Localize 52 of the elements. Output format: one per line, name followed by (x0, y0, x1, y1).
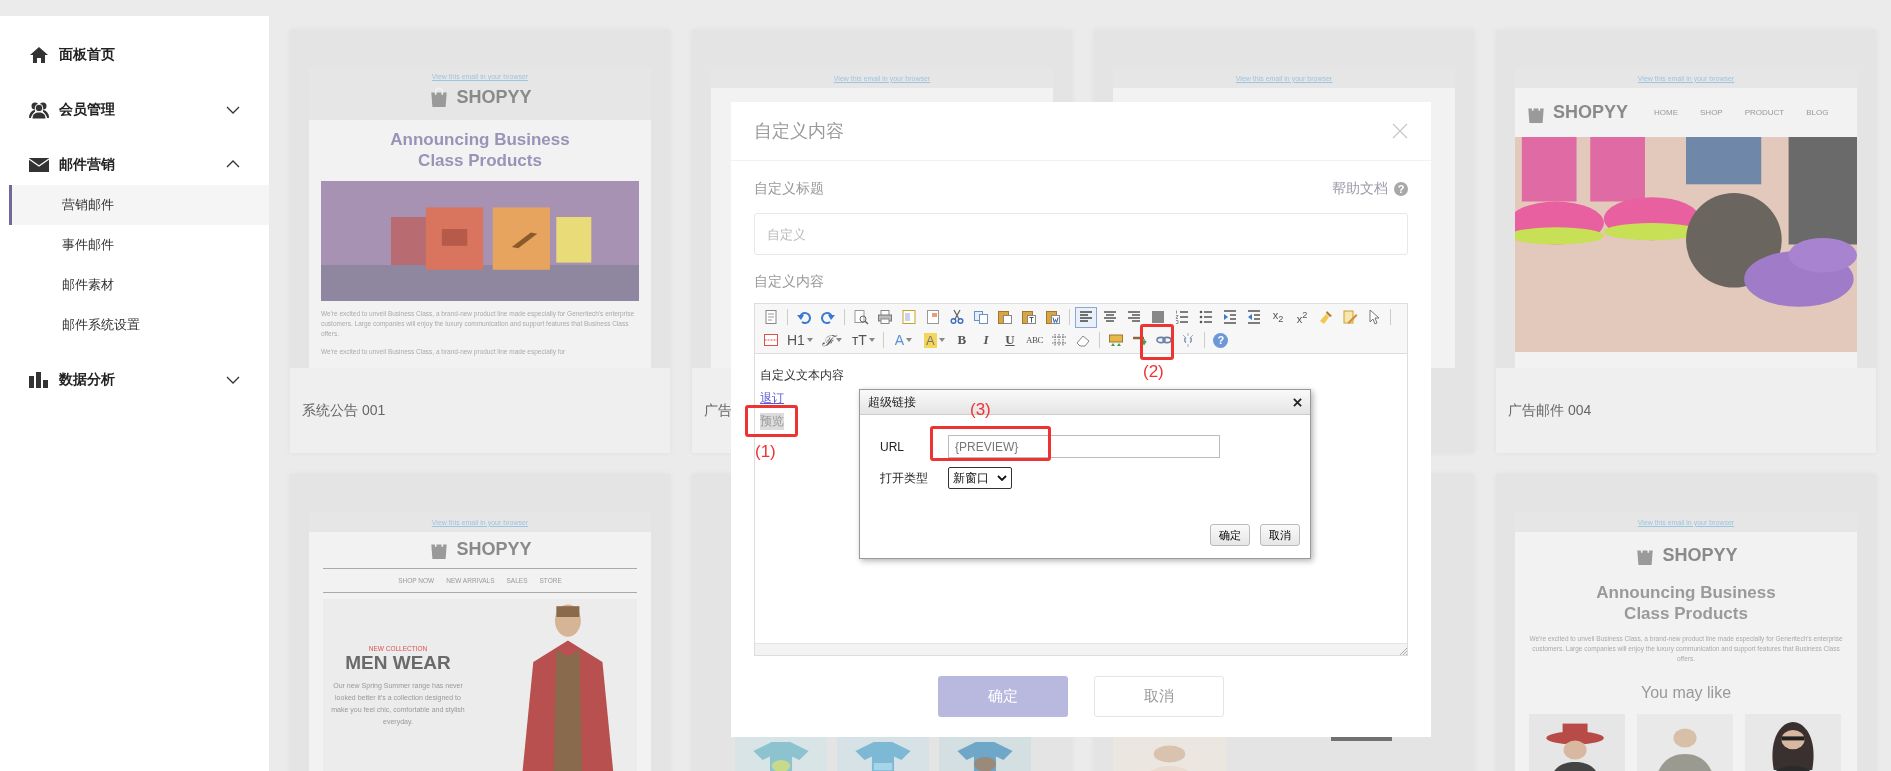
nav-subitem[interactable]: 营销邮件 (9, 185, 269, 225)
email-nav-link[interactable]: PRODUCT (1744, 108, 1785, 117)
editor-text: 自定义文本内容 (760, 367, 844, 384)
unsubscribe-link[interactable]: 退订 (760, 390, 784, 407)
field-label: 自定义标题 (754, 180, 824, 198)
subscript-button[interactable]: x$_{2}$ (1267, 306, 1289, 328)
cancel-button[interactable]: 取消 (1094, 676, 1224, 717)
url-input[interactable]: {PREVIEW} (948, 435, 1220, 458)
dialog-title: 超级链接 (868, 393, 916, 411)
brand-logo: SHOPYY (456, 86, 532, 108)
annotation-label: (2) (1143, 362, 1164, 382)
brand-logo: SHOPYY (456, 538, 532, 560)
editor-text: 预览 (760, 413, 784, 430)
field-label: URL (880, 439, 905, 454)
cancel-button[interactable]: 取消 (1260, 524, 1300, 546)
heading-button[interactable]: H1 (784, 329, 816, 351)
font-family-button[interactable]: ℱ (817, 329, 847, 351)
section-heading: You may like (1639, 684, 1733, 702)
nav-item[interactable]: 数据分析 (0, 360, 269, 400)
nav-subitem[interactable]: 邮件素材 (9, 265, 269, 305)
nav-subitem[interactable]: 事件邮件 (9, 225, 269, 265)
nav-item[interactable]: 邮件营销 (0, 145, 269, 185)
nav-item[interactable]: 会员管理 (0, 90, 269, 130)
italic-button[interactable]: I (974, 329, 997, 351)
template-title: 广告邮件 004 (1508, 401, 1592, 420)
bold-button[interactable]: B (950, 329, 973, 351)
email-headline: MEN WEAR (345, 652, 451, 674)
annotation-label: (3) (970, 400, 991, 420)
email-nav-link[interactable]: SHOP (1700, 108, 1723, 117)
superscript-button[interactable]: x$^{2}$ (1291, 306, 1313, 328)
template-title: 系统公告 001 (302, 401, 386, 420)
confirm-button[interactable]: 确定 (1210, 524, 1250, 546)
brand-logo: SHOPYY (1553, 102, 1629, 123)
underline-button[interactable]: U (998, 329, 1021, 351)
nav-item[interactable]: 面板首页 (0, 35, 269, 75)
font-size-button[interactable]: ᴛT (848, 329, 878, 351)
email-headline: Announcing Business Class Products (1595, 582, 1777, 624)
brand-logo: SHOPYY (1662, 544, 1738, 566)
field-label: 自定义内容 (754, 273, 825, 291)
template-title: 广告 (704, 401, 732, 420)
annotation-label: (1) (755, 442, 776, 462)
nav-subitem[interactable]: 邮件系统设置 (9, 305, 269, 345)
email-nav-link[interactable]: BLOG (1806, 108, 1829, 117)
font-color-button[interactable]: A (888, 329, 918, 351)
highlight-button[interactable]: A (919, 329, 949, 351)
strike-button[interactable]: ABC (1022, 329, 1046, 351)
target-select[interactable]: 新窗口 (948, 467, 1012, 489)
dialog-title: 自定义内容 (754, 120, 844, 143)
help-link[interactable]: 帮助文档 (1332, 180, 1388, 198)
email-headline: Announcing Business Class Products (389, 129, 571, 171)
field-label: 打开类型 (880, 469, 929, 487)
title-input[interactable]: 自定义 (754, 213, 1408, 255)
